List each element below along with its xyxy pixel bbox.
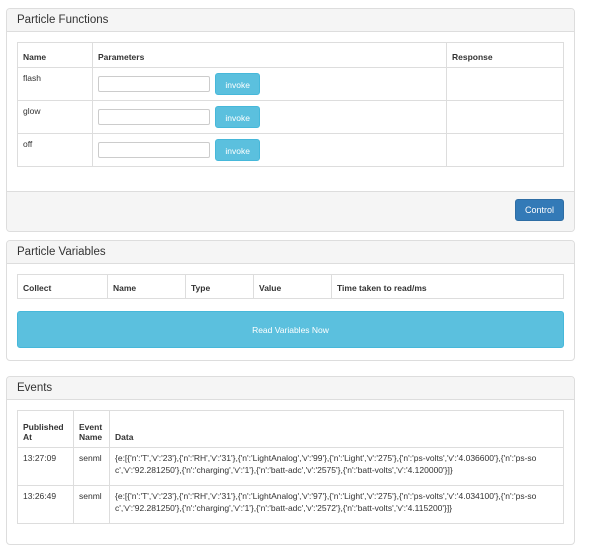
function-response	[446, 133, 564, 167]
function-params-cell: invoke	[92, 67, 447, 101]
variables-col-collect: Collect	[17, 274, 108, 299]
variables-col-name: Name	[107, 274, 186, 299]
function-name: off	[17, 133, 93, 167]
functions-col-response: Response	[446, 42, 564, 68]
flash-invoke-button[interactable]: invoke	[215, 73, 260, 95]
event-published-at: 13:27:09	[17, 447, 74, 486]
events-table: Published At Event Name Data 13:27:09 se…	[17, 410, 564, 524]
events-col-data: Data	[109, 410, 564, 448]
function-name: flash	[17, 67, 93, 101]
events-panel-body: Published At Event Name Data 13:27:09 se…	[7, 400, 574, 534]
functions-col-parameters: Parameters	[92, 42, 447, 68]
function-response	[446, 67, 564, 101]
variables-panel-title: Particle Variables	[7, 241, 574, 264]
variables-panel-body: Collect Name Type Value Time taken to re…	[7, 264, 574, 358]
function-params-cell: invoke	[92, 133, 447, 167]
events-panel-title: Events	[7, 377, 574, 400]
event-row: 13:27:09 senml {e:[{'n':'T','v':'23'},{'…	[17, 447, 564, 486]
function-name: glow	[17, 100, 93, 134]
variables-col-value: Value	[253, 274, 332, 299]
glow-parameter-input[interactable]	[98, 109, 210, 125]
flash-parameter-input[interactable]	[98, 76, 210, 92]
events-col-event-name: Event Name	[73, 410, 110, 448]
function-row-flash: flash invoke	[17, 67, 564, 101]
event-row: 13:26:49 senml {e:[{'n':'T','v':'23'},{'…	[17, 485, 564, 524]
events-col-published-at: Published At	[17, 410, 74, 448]
functions-panel: Particle Functions Name Parameters Respo…	[6, 8, 575, 232]
variables-col-time: Time taken to read/ms	[331, 274, 564, 299]
event-name: senml	[73, 485, 110, 524]
event-data: {e:[{'n':'T','v':'23'},{'n':'RH','v':'31…	[109, 447, 564, 486]
off-invoke-button[interactable]: invoke	[215, 139, 260, 161]
variables-col-type: Type	[185, 274, 254, 299]
control-button[interactable]: Control	[514, 199, 564, 221]
event-data: {e:[{'n':'T','v':'23'},{'n':'RH','v':'31…	[109, 485, 564, 524]
functions-panel-footer: Control	[7, 191, 574, 231]
variables-panel: Particle Variables Collect Name Type Val…	[6, 240, 575, 361]
off-parameter-input[interactable]	[98, 142, 210, 158]
functions-panel-body: Name Parameters Response flash invoke gl…	[7, 32, 574, 191]
functions-table: Name Parameters Response flash invoke gl…	[17, 42, 564, 167]
functions-panel-title: Particle Functions	[7, 9, 574, 32]
event-name: senml	[73, 447, 110, 486]
variables-table: Collect Name Type Value Time taken to re…	[17, 274, 564, 299]
function-row-off: off invoke	[17, 133, 564, 167]
glow-invoke-button[interactable]: invoke	[215, 106, 260, 128]
read-variables-button[interactable]: Read Variables Now	[17, 311, 564, 348]
function-row-glow: glow invoke	[17, 100, 564, 134]
functions-col-name: Name	[17, 42, 93, 68]
event-published-at: 13:26:49	[17, 485, 74, 524]
function-params-cell: invoke	[92, 100, 447, 134]
function-response	[446, 100, 564, 134]
events-panel: Events Published At Event Name Data 13:2…	[6, 376, 575, 545]
